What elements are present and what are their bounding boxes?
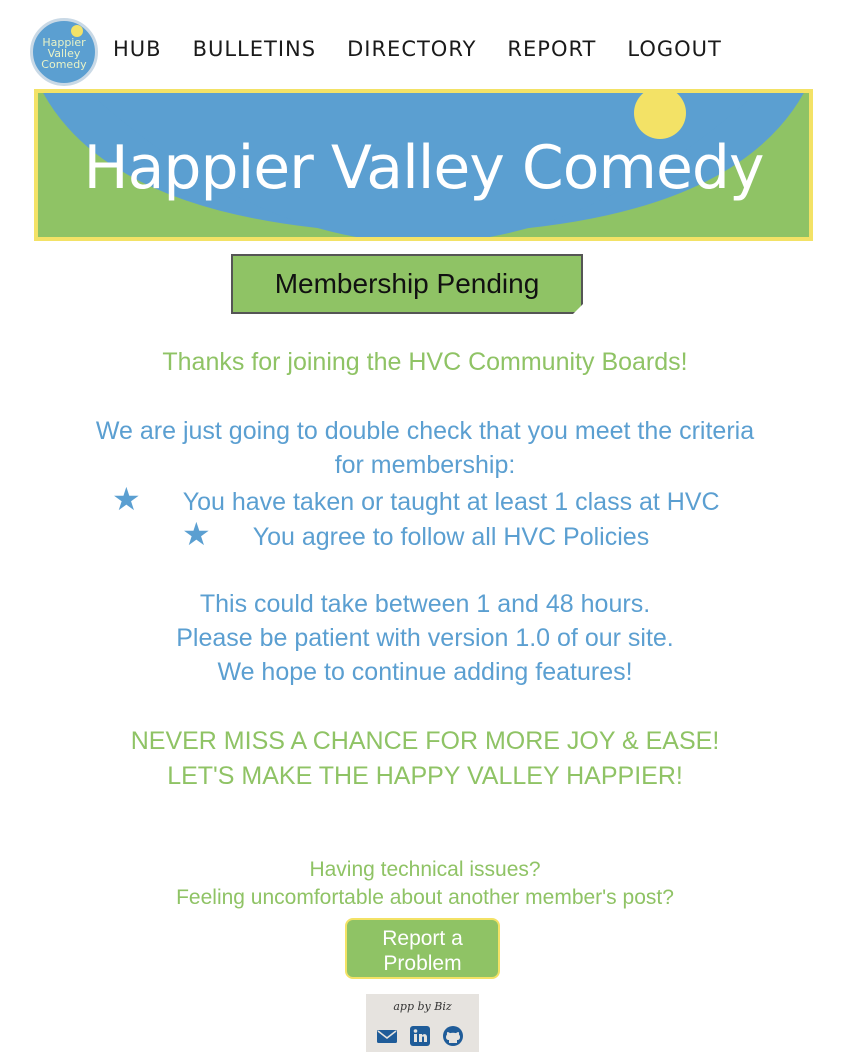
- nav-logout[interactable]: LOGOUT: [627, 37, 721, 61]
- star-icon: ★: [182, 516, 211, 552]
- wait-text-3: We hope to continue adding features!: [217, 658, 633, 686]
- criteria-item: ★ You have taken or taught at least 1 cla…: [112, 482, 720, 519]
- envelope-icon[interactable]: [376, 1025, 398, 1047]
- slogan-2: LET'S MAKE THE HAPPY VALLEY HAPPIER!: [167, 762, 683, 790]
- criteria-intro-2: for membership:: [334, 451, 516, 479]
- social-links: [376, 1025, 475, 1047]
- banner-title: Happier Valley Comedy: [83, 133, 765, 203]
- help-text-1: Having technical issues?: [309, 858, 541, 881]
- criteria-text: You agree to follow all HVC Policies: [252, 523, 650, 551]
- nav-directory[interactable]: DIRECTORY: [347, 37, 476, 61]
- thanks-text: Thanks for joining the HVC Community Boa…: [162, 348, 688, 376]
- hero-banner: Happier Valley Comedy: [34, 89, 813, 241]
- nav-links: HUB BULLETINS DIRECTORY REPORT LOGOUT: [113, 37, 753, 61]
- star-icon: ★: [112, 481, 141, 517]
- linkedin-icon[interactable]: [409, 1025, 431, 1047]
- nav-bulletins[interactable]: BULLETINS: [193, 37, 317, 61]
- github-icon[interactable]: [442, 1025, 464, 1047]
- app-credit: app by Biz: [366, 994, 479, 1052]
- logo-text: Happier Valley Comedy: [41, 36, 87, 71]
- status-label: Membership Pending: [274, 268, 540, 299]
- logo[interactable]: Happier Valley Comedy: [30, 18, 98, 86]
- criteria-intro-1: We are just going to double check that y…: [95, 417, 755, 445]
- criteria-text: You have taken or taught at least 1 clas…: [182, 488, 720, 516]
- criteria-item: ★ You agree to follow all HVC Policies: [182, 517, 649, 554]
- wait-text-2: Please be patient with version 1.0 of ou…: [176, 624, 674, 652]
- nav-hub[interactable]: HUB: [113, 37, 162, 61]
- credit-text: app by Biz: [393, 1000, 452, 1013]
- nav-report[interactable]: REPORT: [507, 37, 596, 61]
- wait-text-1: This could take between 1 and 48 hours.: [199, 590, 651, 618]
- slogan-1: NEVER MISS A CHANCE FOR MORE JOY & EASE!: [130, 727, 720, 755]
- report-problem-button[interactable]: Report a Problem: [345, 918, 500, 979]
- top-nav: Happier Valley Comedy HUB BULLETINS DIRE…: [0, 0, 850, 90]
- membership-status-badge: Membership Pending: [231, 254, 583, 314]
- help-text-2: Feeling uncomfortable about another memb…: [176, 886, 674, 909]
